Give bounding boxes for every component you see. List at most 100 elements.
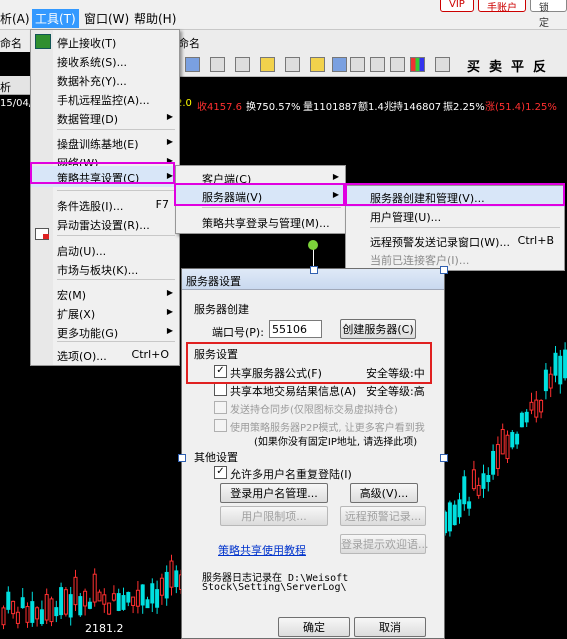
- candle-body: [63, 589, 68, 615]
- resize-handle-left[interactable]: [178, 454, 186, 462]
- buy-button[interactable]: 买: [467, 56, 480, 75]
- login-user-manage-button[interactable]: 登录用户名管理...: [220, 483, 328, 503]
- tools-menu-item-2[interactable]: 数据补充(Y)...: [31, 69, 179, 90]
- tools-menu-item-8[interactable]: 条件选股(I)... F7: [31, 194, 179, 215]
- candle-body: [20, 597, 25, 609]
- tools-menu: 停止接收(T) 接收系统(S)... 数据补充(Y)... 手机远程监控(A)... 数…: [30, 29, 180, 366]
- tools-menu-item-14[interactable]: 更多功能(G) ▶: [31, 321, 179, 342]
- candle-body: [25, 606, 30, 623]
- tools-menu-item-1[interactable]: 接收系统(S)...: [31, 50, 179, 71]
- resize-handle-top-right[interactable]: [440, 266, 448, 274]
- tools-menu-item-label: 接收系统(S)...: [57, 56, 128, 69]
- server-settings-dialog: 服务器设置 服务器创建 端口号(P): 创建服务器(C) 服务设置 ✓ 共享服务…: [181, 268, 445, 639]
- arrow-tool-icon[interactable]: [350, 57, 365, 72]
- create-server-button[interactable]: 创建服务器(C): [340, 319, 416, 339]
- send-hold-checkbox[interactable]: [214, 401, 227, 414]
- sell-button[interactable]: 卖: [489, 56, 502, 75]
- tools-menu-item-11[interactable]: 市场与板块(K)...: [31, 258, 179, 279]
- tools-menu-item-9[interactable]: 异动雷达设置(R)...: [31, 213, 179, 234]
- cancel-button[interactable]: 取消: [354, 617, 426, 637]
- advanced-button[interactable]: 高级(V)...: [350, 483, 418, 503]
- vip-button[interactable]: VIP: [440, 0, 474, 12]
- candle-body: [6, 591, 11, 610]
- server-menu-item-1[interactable]: 用户管理(U)...: [346, 205, 564, 226]
- share-local-label: 共享本地交易结果信息(A): [230, 385, 357, 398]
- share-local-checkbox[interactable]: [214, 383, 227, 396]
- candle-body: [35, 607, 40, 620]
- tutorial-link[interactable]: 策略共享使用教程: [218, 542, 306, 558]
- allow-multi-label: 允许多用户名重复登陆(I): [230, 468, 352, 481]
- tools-menu-item-label: 选项(O)...: [57, 350, 107, 363]
- candle-body: [131, 596, 136, 606]
- dialog-title: 服务器设置: [186, 275, 241, 288]
- p2p-checkbox[interactable]: [214, 419, 227, 432]
- menu-window[interactable]: 窗口(W): [84, 10, 129, 27]
- candle-body: [83, 590, 88, 607]
- submenu-arrow-icon: ▶: [166, 307, 173, 316]
- reverse-button[interactable]: 反: [533, 56, 546, 75]
- candle-body: [11, 600, 16, 615]
- menu-help[interactable]: 帮助(H): [134, 10, 176, 27]
- tools-menu-item-label: 启动(U)...: [57, 245, 107, 258]
- port-input[interactable]: [269, 320, 322, 338]
- rect-tool-icon[interactable]: [260, 57, 275, 72]
- text-tool-icon[interactable]: [332, 57, 347, 72]
- tools-menu-item-5[interactable]: 操盘训练基地(E) ▶: [31, 132, 179, 153]
- toolbar-name-right[interactable]: 命名: [178, 35, 200, 51]
- fib-tool-icon[interactable]: [235, 57, 250, 72]
- tools-menu-item-15[interactable]: 选项(O)... Ctrl+O: [31, 344, 179, 365]
- candle-body: [548, 373, 553, 389]
- color-tool-icon[interactable]: [410, 57, 425, 72]
- candle-body: [1, 607, 6, 626]
- candle-body: [174, 570, 179, 588]
- candle-body: [107, 602, 112, 615]
- p2p-label: 使用策略服务器P2P模式, 让更多客户看到我: [230, 423, 425, 434]
- lock-button[interactable]: 锁定: [530, 0, 567, 29]
- tools-menu-item-12[interactable]: 宏(M) ▶: [31, 283, 179, 304]
- eraser-tool-icon[interactable]: [370, 57, 385, 72]
- login-welcome-button[interactable]: 登录提示欢迎语...: [340, 534, 429, 554]
- circle-tool-icon[interactable]: [310, 57, 325, 72]
- menu-tools[interactable]: 工具(T): [32, 9, 79, 28]
- tools-menu-item-10[interactable]: 启动(U)...: [31, 239, 179, 260]
- candle-body: [495, 444, 500, 469]
- submenu-arrow-icon: ▶: [332, 172, 339, 181]
- ok-button[interactable]: 确定: [278, 617, 350, 637]
- ellipse-tool-icon[interactable]: [285, 57, 300, 72]
- close-position-button[interactable]: 平: [511, 56, 524, 75]
- candle-body: [87, 601, 92, 609]
- candle-body: [59, 587, 64, 616]
- drawing-anchor-green[interactable]: [308, 240, 318, 250]
- stats-volume: 量1101887: [303, 102, 358, 113]
- allow-multi-checkbox[interactable]: ✓: [214, 466, 227, 479]
- resize-handle-right[interactable]: [440, 454, 448, 462]
- submenu-arrow-icon: ▶: [166, 288, 173, 297]
- candle-body: [111, 593, 116, 601]
- tools-menu-item-4[interactable]: 数据管理(D) ▶: [31, 107, 179, 128]
- tools-menu-item-3[interactable]: 手机远程监控(A)...: [31, 88, 179, 109]
- menu-bar: 析(A) 工具(T) 窗口(W) 帮助(H) VIP 手账户 锁定: [0, 0, 567, 30]
- parallel-tool-icon[interactable]: [210, 57, 225, 72]
- toolbar-name-left[interactable]: 命名: [0, 35, 22, 51]
- style-tool-icon[interactable]: [435, 57, 450, 72]
- candle-body: [102, 594, 107, 605]
- candle-body: [116, 593, 121, 611]
- server-menu-item-3[interactable]: 当前已连接客户(I)...: [346, 248, 564, 269]
- tools-menu-item-0[interactable]: 停止接收(T): [31, 31, 179, 52]
- line-tool-icon[interactable]: [185, 57, 200, 72]
- candle-body: [49, 598, 54, 623]
- candle-body: [553, 352, 558, 376]
- account-button[interactable]: 手账户: [478, 0, 526, 14]
- drawing-toolbar: 买 卖 平 反: [175, 52, 567, 77]
- user-limit-button[interactable]: 用户限制项...: [220, 506, 328, 526]
- share-local-level: 安全等级:高: [366, 385, 425, 398]
- candle-body: [39, 609, 44, 625]
- tab-analysis[interactable]: 析: [0, 79, 11, 95]
- strategy-menu-item-2[interactable]: 策略共享登录与管理(M)...: [176, 211, 345, 232]
- remote-alert-log-button[interactable]: 远程预警记录...: [340, 506, 426, 526]
- resize-handle-top[interactable]: [310, 266, 318, 274]
- tools-menu-item-13[interactable]: 扩展(X) ▶: [31, 302, 179, 323]
- candle-body: [121, 595, 126, 610]
- copy-tool-icon[interactable]: [390, 57, 405, 72]
- menu-analysis[interactable]: 析(A): [0, 10, 30, 27]
